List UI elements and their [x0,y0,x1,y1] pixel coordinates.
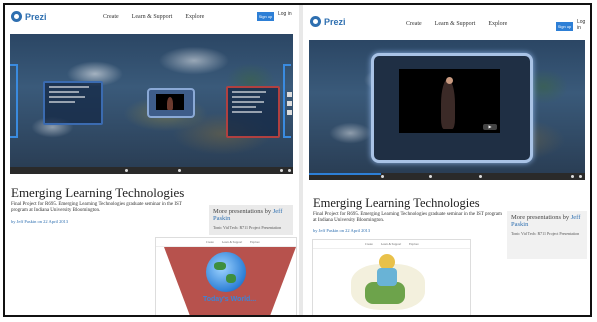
main-nav: Create Learn & Support Explore [406,21,507,27]
right-panel: Prezi Create Learn & Support Explore Sig… [304,5,590,315]
text-frame-left [43,81,103,125]
brand-name: Prezi [25,11,47,22]
speaker-figure [441,79,455,129]
header: Prezi Create Learn & Support Explore Sig… [304,5,590,31]
globe-icon [206,252,246,292]
mini-header: Create Learn & Support Explore [313,240,470,249]
video-frame-small[interactable] [147,88,195,118]
nav-learn-support[interactable]: Learn & Support [435,21,476,27]
prezi-logo-icon [310,16,321,27]
player-controls [309,173,585,180]
prev-icon[interactable] [125,169,128,172]
more-label: More presentations by [213,208,272,215]
login-link[interactable]: Log in [577,19,590,31]
mini-header: Create Learn & Support Explore [156,238,296,247]
more-item[interactable]: Tonic Vid Tech: R711 Project Presentatio… [213,225,289,230]
fullscreen-icon[interactable] [579,175,582,178]
thumbnail-caption: Today's World... [203,296,257,303]
share-icon[interactable] [280,169,283,172]
prezi-logo[interactable]: Prezi [310,16,346,27]
signup-button[interactable]: Sign up [556,22,573,31]
zoom-controls [287,92,292,115]
speaker-head [446,77,453,84]
share-icon[interactable] [571,175,574,178]
fullscreen-icon[interactable] [288,169,291,172]
screenshot-frame: Prezi Create Learn & Support Explore Sig… [3,3,592,317]
home-icon[interactable] [287,92,292,97]
prev-icon[interactable] [429,175,432,178]
path-bracket-left [10,64,18,138]
progress-bar[interactable] [309,173,381,175]
author-line[interactable]: by Jeff Paskin on 22 April 2013 [313,228,370,233]
more-label: More presentations by [511,214,570,221]
progress-handle[interactable] [381,175,384,178]
zoom-out-icon[interactable] [287,110,292,115]
next-icon[interactable] [479,175,482,178]
header: Prezi Create Learn & Support Explore Sig… [5,5,298,31]
player-controls [10,167,293,174]
prezi-canvas[interactable]: ▶ [309,40,585,173]
presentation-title: Emerging Learning Technologies [11,185,185,200]
nav-create[interactable]: Create [103,14,119,20]
brand-name: Prezi [324,16,346,27]
text-frame-right [226,86,280,138]
more-item[interactable]: Tonic Vid Tech: R711 Project Presentatio… [511,231,583,236]
nav-create[interactable]: Create [406,21,422,27]
presentation-description: Final Project for R695. Emerging Learnin… [313,212,502,223]
youtube-icon[interactable]: ▶ [483,124,497,130]
nav-explore[interactable]: Explore [185,14,204,20]
nav-explore[interactable]: Explore [488,21,507,27]
video-frame[interactable]: ▶ [371,53,533,163]
presentation-description: Final Project for R695. Emerging Learnin… [11,202,182,213]
main-nav: Create Learn & Support Explore [103,14,204,20]
author-line[interactable]: by Jeff Paskin on 22 April 2013 [11,219,68,224]
person-body-icon [377,268,397,286]
signup-button[interactable]: Sign up [257,12,274,21]
related-thumbnail-left[interactable]: Create Learn & Support Explore Today's Wor… [155,237,297,315]
video-player[interactable]: ▶ [399,69,500,133]
more-presentations: More presentations by Jeff Paskin Tonic … [507,211,587,259]
presentation-title: Emerging Learning Technologies [313,196,480,210]
related-thumbnail-right[interactable]: Create Learn & Support Explore [312,239,471,315]
left-panel: Prezi Create Learn & Support Explore Sig… [5,5,298,315]
prezi-logo-icon [11,11,22,22]
prezi-canvas[interactable] [10,34,293,167]
speaker-figure [167,97,173,110]
next-icon[interactable] [178,169,181,172]
prezi-logo[interactable]: Prezi [11,11,47,22]
panel-divider [299,5,303,315]
nav-learn-support[interactable]: Learn & Support [132,14,173,20]
login-link[interactable]: Log in [278,11,292,17]
video-thumb [156,94,184,110]
zoom-in-icon[interactable] [287,101,292,106]
more-presentations: More presentations by Jeff Paskin Tonic … [209,205,293,235]
